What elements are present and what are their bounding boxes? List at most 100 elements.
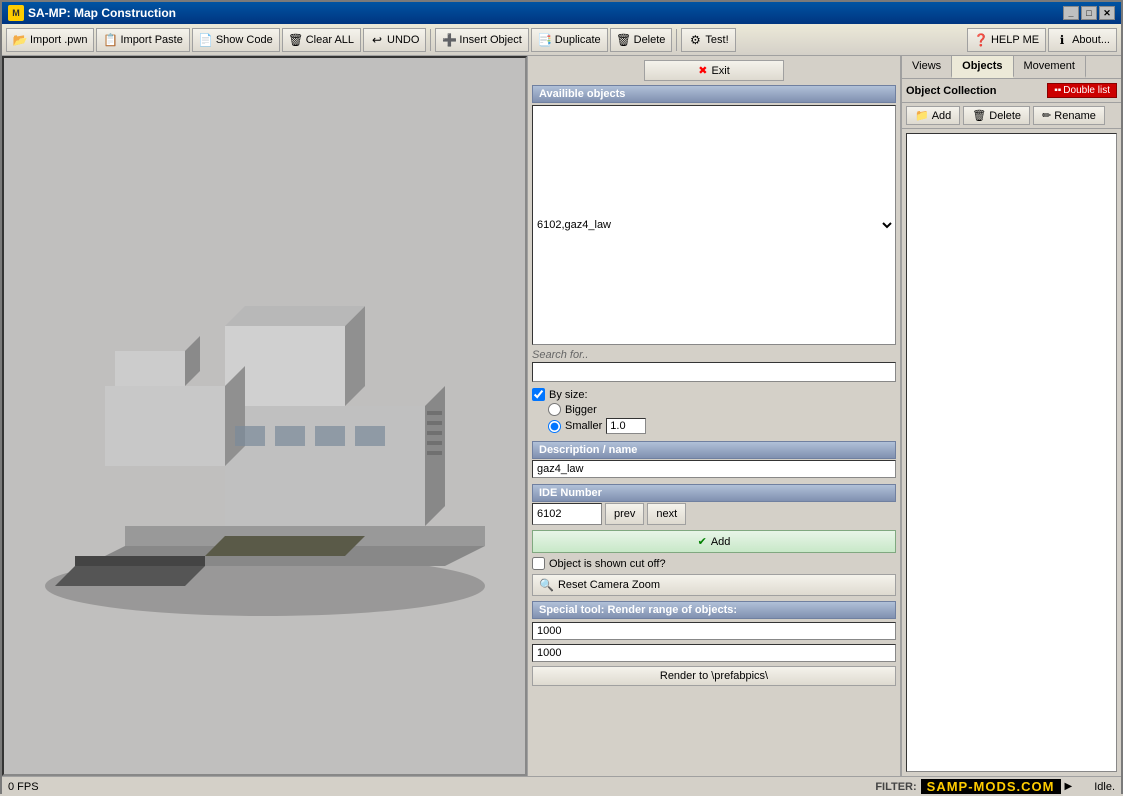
insert-object-icon: ➕ [442, 33, 456, 47]
cutoff-row: Object is shown cut off? [532, 557, 896, 570]
double-list-icon: ▪▪ [1054, 85, 1061, 96]
show-code-button[interactable]: 📄 Show Code [192, 28, 280, 52]
collection-delete-button[interactable]: 🗑 Delete [963, 106, 1030, 125]
prev-button[interactable]: prev [605, 503, 644, 525]
render-range-2-input[interactable] [532, 644, 896, 662]
clear-all-button[interactable]: 🗑 Clear ALL [282, 28, 361, 52]
description-input[interactable] [532, 460, 896, 478]
search-input[interactable] [532, 362, 896, 382]
by-size-row: By size: [532, 388, 896, 401]
test-button[interactable]: ⚙ Test! [681, 28, 735, 52]
reset-camera-label: Reset Camera Zoom [558, 579, 660, 591]
size-value-input[interactable] [606, 418, 646, 434]
maximize-button[interactable]: □ [1081, 6, 1097, 20]
search-area: Search for.. [532, 349, 896, 382]
duplicate-icon: 📑 [538, 33, 552, 47]
collection-add-icon: 📁 [915, 109, 929, 122]
undo-icon: ↩ [370, 33, 384, 47]
import-pwn-icon: 📂 [13, 33, 27, 47]
reset-camera-icon: 🔍 [539, 578, 554, 592]
tabs-panel: Views Objects Movement Object Collection… [901, 56, 1121, 776]
object-collection-label: Object Collection [906, 85, 1047, 97]
tab-movement[interactable]: Movement [1014, 56, 1086, 78]
collection-add-button[interactable]: 📁 Add [906, 106, 960, 125]
cutoff-checkbox[interactable] [532, 557, 545, 570]
tab-objects[interactable]: Objects [952, 56, 1013, 78]
description-label: Description / name [532, 441, 896, 459]
render-range-1-input[interactable] [532, 622, 896, 640]
double-list-button[interactable]: ▪▪ Double list [1047, 83, 1117, 98]
about-icon: ℹ [1055, 33, 1069, 47]
main-area: ✖ Exit Availible objects 6086,lodoffvenc… [2, 56, 1121, 776]
delete-icon: 🗑 [617, 33, 631, 47]
by-size-label: By size: [549, 389, 588, 401]
ide-number-label: IDE Number [532, 484, 896, 502]
ide-row: prev next [532, 503, 896, 525]
window-title: SA-MP: Map Construction [28, 6, 1063, 20]
collection-delete-icon: 🗑 [972, 109, 986, 122]
samp-mods-logo: SAMP-MODS.COM [921, 779, 1061, 794]
smaller-label: Smaller [565, 420, 602, 432]
exit-button[interactable]: ✖ Exit [644, 60, 784, 81]
clear-all-icon: 🗑 [289, 33, 303, 47]
bigger-radio[interactable] [548, 403, 561, 416]
undo-button[interactable]: ↩ UNDO [363, 28, 426, 52]
fps-label: 0 FPS [8, 781, 58, 793]
duplicate-button[interactable]: 📑 Duplicate [531, 28, 608, 52]
smaller-row: Smaller [548, 418, 896, 434]
object-selector-panel: ✖ Exit Availible objects 6086,lodoffvenc… [527, 56, 901, 776]
next-button[interactable]: next [647, 503, 686, 525]
collection-rename-label: Rename [1054, 110, 1096, 122]
status-bar: 0 FPS FILTER: SAMP-MODS.COM ▶ Idle. [2, 776, 1121, 796]
collection-delete-label: Delete [989, 110, 1021, 122]
bigger-label: Bigger [565, 404, 597, 416]
help-button[interactable]: ❓ HELP ME [967, 28, 1046, 52]
ide-input[interactable] [532, 503, 602, 525]
idle-label: Idle. [1094, 781, 1115, 793]
building-render [25, 186, 505, 646]
bigger-row: Bigger [548, 403, 896, 416]
by-size-checkbox[interactable] [532, 388, 545, 401]
object-collection-header: Object Collection ▪▪ Double list [902, 79, 1121, 103]
render-label: Render to \prefabpics\ [660, 670, 768, 682]
available-objects-label: Availible objects [532, 85, 896, 103]
tab-views[interactable]: Views [902, 56, 952, 78]
exit-button-area: ✖ Exit [528, 56, 900, 85]
help-icon: ❓ [974, 33, 988, 47]
filter-icon: ▶ [1065, 781, 1073, 792]
smaller-radio[interactable] [548, 420, 561, 433]
3d-viewport[interactable] [2, 56, 527, 776]
exit-icon: ✖ [698, 64, 707, 77]
insert-object-button[interactable]: ➕ Insert Object [435, 28, 528, 52]
test-icon: ⚙ [688, 33, 702, 47]
app-icon: M [8, 5, 24, 21]
import-paste-button[interactable]: 📋 Import Paste [96, 28, 189, 52]
import-pwn-button[interactable]: 📂 Import .pwn [6, 28, 94, 52]
add-icon: ✔ [698, 535, 707, 548]
reset-camera-button[interactable]: 🔍 Reset Camera Zoom [532, 574, 896, 596]
filter-text: FILTER: [875, 781, 916, 793]
search-label: Search for.. [532, 349, 896, 361]
samp-mods-filter: FILTER: SAMP-MODS.COM ▶ [875, 779, 1072, 794]
add-label: Add [711, 536, 731, 548]
title-bar: M SA-MP: Map Construction _ □ ✕ [2, 2, 1121, 24]
about-button[interactable]: ℹ About... [1048, 28, 1117, 52]
viewport-background [4, 58, 525, 774]
close-button[interactable]: ✕ [1099, 6, 1115, 20]
window-controls: _ □ ✕ [1063, 6, 1115, 20]
add-button[interactable]: ✔ Add [532, 530, 896, 553]
render-button[interactable]: Render to \prefabpics\ [532, 666, 896, 686]
collection-list[interactable] [906, 133, 1117, 772]
double-list-label: Double list [1063, 85, 1110, 96]
collection-rename-button[interactable]: ✏ Rename [1033, 106, 1105, 125]
delete-button[interactable]: 🗑 Delete [610, 28, 673, 52]
collection-rename-icon: ✏ [1042, 109, 1051, 122]
special-tool-label: Special tool: Render range of objects: [532, 601, 896, 619]
object-list-container: 6086,lodoffvencp_law0:6087,offven01_law6… [532, 105, 896, 345]
toolbar: 📂 Import .pwn 📋 Import Paste 📄 Show Code… [2, 24, 1121, 56]
minimize-button[interactable]: _ [1063, 6, 1079, 20]
toolbar-separator-2 [676, 29, 677, 51]
object-list[interactable]: 6086,lodoffvencp_law0:6087,offven01_law6… [532, 105, 896, 345]
show-code-icon: 📄 [199, 33, 213, 47]
tabs-row: Views Objects Movement [902, 56, 1121, 79]
